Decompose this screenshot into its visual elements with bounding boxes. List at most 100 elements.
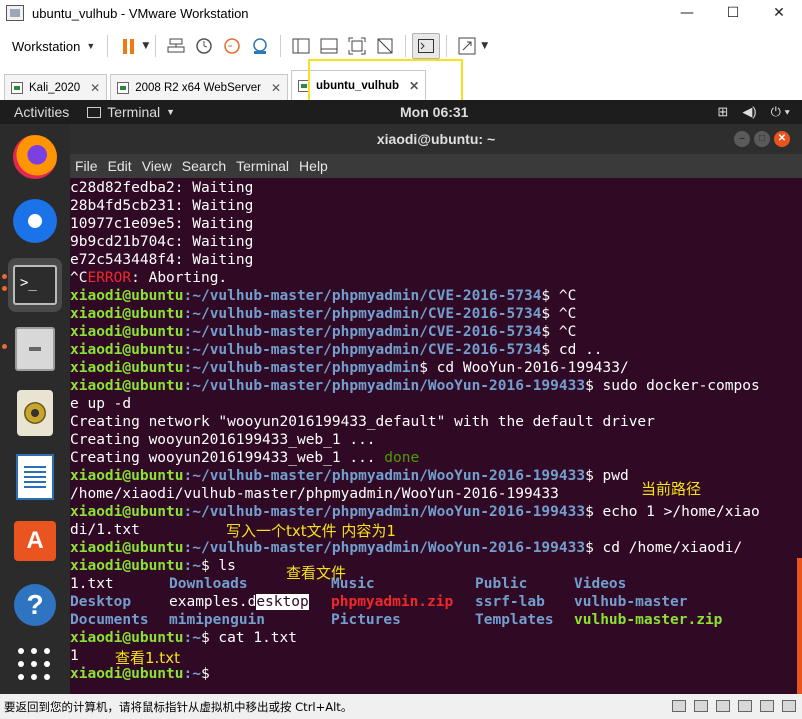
tab-kali[interactable]: Kali_2020 ✕ [4, 74, 108, 100]
show-thumbnail-button[interactable] [315, 33, 343, 59]
vm-icon [117, 81, 130, 94]
sound-icon[interactable] [760, 700, 774, 712]
system-status-area[interactable]: ⊞ ◀) ⏻ ▾ [717, 104, 790, 120]
vmware-app-icon [6, 5, 24, 21]
activities-button[interactable]: Activities [14, 104, 69, 120]
stretch-guest-button[interactable] [453, 33, 481, 59]
prompt-user: xiaodi@ubuntu [70, 558, 184, 574]
menu-help[interactable]: Help [299, 158, 328, 174]
prompt-path: :~/vulhub-master/phpmyadmin [183, 360, 420, 376]
prompt-path: :~/vulhub-master/phpmyadmin/WooYun-2016-… [183, 540, 586, 556]
prompt-user: xiaodi@ubuntu [70, 666, 184, 682]
prompt-line: xiaodi@ubuntu:~/vulhub-master/phpmyadmin… [70, 503, 802, 521]
close-icon[interactable]: ✕ [90, 81, 100, 95]
vmware-status-bar: 要返回到您的计算机，请将鼠标指针从虚拟机中移出或按 Ctrl+Alt。 [0, 694, 802, 719]
ubuntu-software-icon: A [14, 521, 56, 561]
pause-icon [122, 38, 134, 54]
dock-show-applications[interactable] [8, 638, 62, 692]
rhythmbox-icon [17, 390, 53, 436]
pause-button[interactable] [114, 33, 142, 59]
close-icon[interactable]: ✕ [271, 81, 281, 95]
terminal-close-button[interactable]: ✕ [774, 131, 790, 147]
clock[interactable]: Mon 06:31 [400, 104, 468, 120]
app-menu[interactable]: Terminal ▼ [87, 104, 175, 120]
minimize-button[interactable]: — [664, 0, 710, 26]
vm-icon [298, 79, 311, 92]
menu-terminal[interactable]: Terminal [236, 158, 289, 174]
display-icon[interactable] [782, 700, 796, 712]
vm-icon [11, 81, 23, 94]
terminal-output[interactable]: c28d82fedba2: Waiting 28b4fd5cb231: Wait… [70, 178, 802, 694]
device-status-icons [672, 700, 796, 712]
dock-firefox[interactable] [8, 130, 62, 184]
command-text: $ echo 1 >/home/xiao [585, 504, 760, 520]
menu-file[interactable]: File [75, 158, 98, 174]
output-line: e72c543448f4: Waiting [70, 252, 254, 268]
prompt-user: xiaodi@ubuntu [70, 306, 184, 322]
stretch-dropdown-icon[interactable]: ▼ [481, 41, 488, 51]
prompt-line: xiaodi@ubuntu:~/vulhub-master/phpmyadmin… [70, 287, 802, 305]
console-view-button[interactable] [412, 33, 441, 59]
chevron-down-icon: ▼ [86, 41, 96, 51]
show-apps-icon [18, 648, 52, 682]
dock-thunderbird[interactable] [8, 194, 62, 248]
prompt-user: xiaodi@ubuntu [70, 360, 184, 376]
terminal-minimize-button[interactable]: – [734, 131, 750, 147]
usb-icon[interactable] [738, 700, 752, 712]
output-line: Creating wooyun2016199433_web_1 ... done [70, 449, 802, 467]
output-line: 28b4fd5cb231: Waiting [70, 198, 254, 214]
dock-terminal[interactable]: >_ [8, 258, 62, 312]
send-ctrl-alt-del-button[interactable] [162, 33, 190, 59]
output-line: Creating network "wooyun2016199433_defau… [70, 414, 655, 430]
prompt-path: :~/vulhub-master/phpmyadmin/CVE-2016-573… [183, 324, 542, 340]
maximize-button[interactable]: ☐ [710, 0, 756, 26]
prompt-user: xiaodi@ubuntu [70, 468, 184, 484]
output-line: c28d82fedba2: Waiting [70, 180, 254, 196]
dock-ubuntu-software[interactable]: A [8, 514, 62, 568]
menu-edit[interactable]: Edit [108, 158, 132, 174]
tab-label: Kali_2020 [29, 81, 81, 94]
revert-snapshot-button[interactable] [218, 33, 246, 59]
running-indicator [2, 274, 7, 279]
full-screen-button[interactable] [343, 33, 371, 59]
snapshot-button[interactable] [190, 33, 218, 59]
snapshot-manager-button[interactable] [246, 33, 274, 59]
chevron-down-icon: ▼ [166, 107, 176, 117]
unity-mode-button[interactable] [371, 33, 399, 59]
hdd-icon[interactable] [672, 700, 686, 712]
running-indicator [2, 344, 7, 349]
output-text: Creating wooyun2016199433_web_1 ... [70, 450, 385, 466]
close-icon[interactable]: ✕ [409, 79, 419, 93]
command-text: $ sudo docker-compos [585, 378, 760, 394]
workstation-menu-button[interactable]: Workstation ▼ [6, 35, 101, 58]
power-dropdown-icon[interactable]: ▼ [142, 41, 149, 51]
thumbnail-bar-icon [320, 38, 338, 54]
done-text: done [384, 450, 420, 466]
terminal-title: xiaodi@ubuntu: ~ [376, 131, 496, 147]
prompt-line: xiaodi@ubuntu:~/vulhub-master/phpmyadmin… [70, 341, 802, 359]
dock-rhythmbox[interactable] [8, 386, 62, 440]
terminal-maximize-button[interactable]: □ [754, 131, 770, 147]
prompt-line: xiaodi@ubuntu:~/vulhub-master/phpmyadmin… [70, 305, 802, 323]
close-button[interactable]: ✕ [756, 0, 802, 26]
command-text: $ pwd [585, 468, 629, 484]
output-line: 9b9cd21b704c: Waiting [70, 234, 254, 250]
terminal-scrollbar[interactable] [797, 558, 802, 694]
network-adapter-icon[interactable] [716, 700, 730, 712]
cdrom-icon[interactable] [694, 700, 708, 712]
menu-view[interactable]: View [142, 158, 172, 174]
dock-libreoffice-writer[interactable] [8, 450, 62, 504]
show-library-button[interactable] [287, 33, 315, 59]
ubuntu-top-bar: Activities Terminal ▼ Mon 06:31 ⊞ ◀) ⏻ ▾ [0, 100, 802, 124]
terminal-title-bar: xiaodi@ubuntu: ~ – □ ✕ [70, 124, 802, 154]
dock-files[interactable] [8, 322, 62, 376]
help-icon: ? [14, 584, 56, 626]
tab-2008-webserver[interactable]: 2008 R2 x64 WebServer ✕ [110, 74, 289, 100]
dock-help[interactable]: ? [8, 578, 62, 632]
command-text: $ ^C [541, 288, 577, 304]
tab-ubuntu-vulhub[interactable]: ubuntu_vulhub ✕ [291, 70, 427, 100]
menu-search[interactable]: Search [182, 158, 226, 174]
ls-dir: Documents [70, 612, 149, 628]
command-text: $ ls [200, 558, 236, 574]
clock-icon [196, 38, 212, 54]
